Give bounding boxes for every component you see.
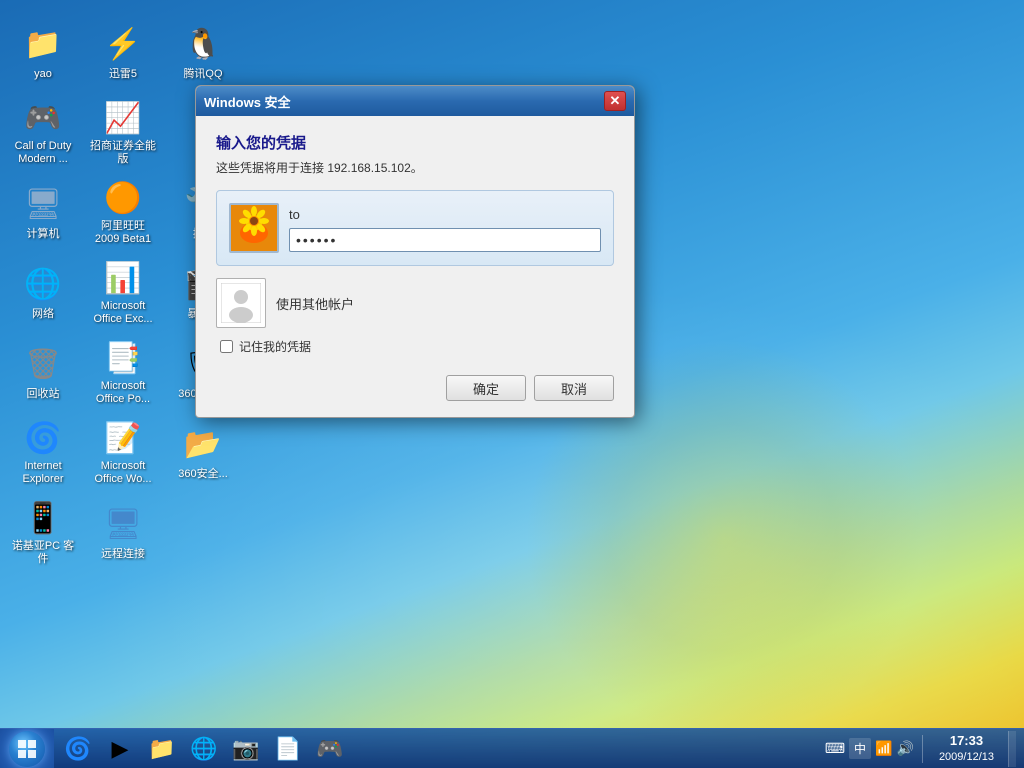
taskbar-explorer-icon[interactable]: 📁 <box>142 731 182 767</box>
dialog-buttons: 确定 取消 <box>216 371 614 401</box>
system-tray: ⌨ 中 📶 🔊 17:33 2009/12/13 <box>817 729 1024 768</box>
desktop-icon-yao[interactable]: 📁 yao <box>5 15 81 91</box>
desktop-icon-excel-label: Microsoft Office Exc... <box>90 300 156 326</box>
credential-row: to <box>229 203 601 253</box>
notification-area: ⌨ 中 📶 🔊 <box>825 738 914 759</box>
desktop-icon-word-label: Microsoft Office Wo... <box>90 460 156 486</box>
taskbar: 🌀 ▶ 📁 🌐 📷 📄 🎮 ⌨ 中 📶 🔊 17:33 2009/12/13 <box>0 728 1024 768</box>
taskbar-camera-icon[interactable]: 📷 <box>226 731 266 767</box>
aliwangwang-icon: 🟠 <box>103 180 143 217</box>
desktop-icon-xunlei-label: 迅雷5 <box>109 68 137 81</box>
desktop-icon-remote[interactable]: 🖥 远程连接 <box>85 495 161 571</box>
windows-security-dialog: Windows 安全 ✕ 输入您的凭据 这些凭据将用于连接 192.168.15… <box>195 85 635 418</box>
taskbar-docs-icon[interactable]: 📄 <box>268 731 308 767</box>
confirm-button[interactable]: 确定 <box>446 375 526 401</box>
desktop-icon-qq[interactable]: 🐧 腾讯QQ <box>165 15 241 91</box>
desktop-icon-xunlei[interactable]: ⚡ 迅雷5 <box>85 15 161 91</box>
start-orb <box>9 731 45 767</box>
desktop-icon-ppt[interactable]: 📑 Microsoft Office Po... <box>85 335 161 411</box>
desktop-icon-ie[interactable]: 🌀 Internet Explorer <box>5 415 81 491</box>
xunlei-icon: ⚡ <box>103 25 143 65</box>
taskbar-network-icon[interactable]: 🌐 <box>184 731 224 767</box>
360folder-icon: 📂 <box>183 425 223 465</box>
username-display: to <box>289 205 601 224</box>
taskbar-ie-icon[interactable]: 🌀 <box>58 731 98 767</box>
taskbar-media-icon[interactable]: ▶ <box>100 731 140 767</box>
taskbar-items: 🌀 ▶ 📁 🌐 📷 📄 🎮 <box>54 729 354 768</box>
tray-network-status-icon[interactable]: 📶 <box>875 740 892 757</box>
desktop-icon-ie-label: Internet Explorer <box>10 460 76 486</box>
word-icon: 📝 <box>103 420 143 457</box>
tray-lang-indicator[interactable]: 中 <box>849 738 871 759</box>
desktop-icon-aliwangwang[interactable]: 🟠 阿里旺旺2009 Beta1 <box>85 175 161 251</box>
desktop-icon-remote-label: 远程连接 <box>101 548 145 561</box>
dialog-subtext: 这些凭据将用于连接 192.168.15.102。 <box>216 159 614 176</box>
desktop-icon-ppt-label: Microsoft Office Po... <box>90 380 156 406</box>
show-desktop-button[interactable] <box>1008 731 1016 767</box>
cancel-button[interactable]: 取消 <box>534 375 614 401</box>
folder-icon: 📁 <box>23 25 63 65</box>
credential-box: to <box>216 190 614 266</box>
recycle-bin-icon: 🗑 <box>23 345 63 385</box>
tray-volume-icon[interactable]: 🔊 <box>897 740 914 757</box>
avatar-image <box>231 205 277 251</box>
tray-keyboard-icon[interactable]: ⌨ <box>825 740 845 757</box>
stocks-icon: 📈 <box>103 100 143 137</box>
desktop: 📁 yao ⚡ 迅雷5 🐧 腾讯QQ 🎮 Call of Duty Modern… <box>0 0 1024 768</box>
remote-icon: 🖥 <box>103 505 143 545</box>
other-account-icon <box>216 278 266 328</box>
computer-icon: 🖥 <box>23 185 63 225</box>
desktop-icon-computer[interactable]: 🖥 计算机 <box>5 175 81 251</box>
remember-checkbox[interactable] <box>220 340 233 353</box>
desktop-icon-zhaoshang[interactable]: 📈 招商证券全能版 <box>85 95 161 171</box>
dialog-body: 输入您的凭据 这些凭据将用于连接 192.168.15.102。 <box>196 116 634 417</box>
credential-inputs: to <box>289 205 601 252</box>
desktop-icon-recycle-label: 回收站 <box>27 388 60 401</box>
desktop-icon-aliwangwang-label: 阿里旺旺2009 Beta1 <box>90 220 156 246</box>
user-avatar <box>229 203 279 253</box>
desktop-icon-recycle[interactable]: 🗑 回收站 <box>5 335 81 411</box>
cod-icon: 🎮 <box>23 100 63 137</box>
desktop-icon-nubia-label: 诺基亚PC 客件 <box>10 540 76 566</box>
desktop-icon-360folder-label: 360安全... <box>178 468 228 481</box>
desktop-icon-computer-label: 计算机 <box>27 228 60 241</box>
remember-row: 记住我的凭据 <box>216 338 614 355</box>
dialog-heading: 输入您的凭据 <box>216 132 614 153</box>
ppt-icon: 📑 <box>103 340 143 377</box>
desktop-icon-excel[interactable]: 📊 Microsoft Office Exc... <box>85 255 161 331</box>
desktop-icon-cod[interactable]: 🎮 Call of Duty Modern ... <box>5 95 81 171</box>
desktop-icon-zhaoshang-label: 招商证券全能版 <box>90 140 156 166</box>
network-icon: 🌐 <box>23 265 63 305</box>
desktop-icon-network-label: 网络 <box>32 308 54 321</box>
dialog-title: Windows 安全 <box>204 92 602 111</box>
other-account-row[interactable]: 使用其他帐户 <box>216 278 614 328</box>
dialog-titlebar: Windows 安全 ✕ <box>196 86 634 116</box>
desktop-icon-360folder[interactable]: 📂 360安全... <box>165 415 241 491</box>
tray-separator <box>922 735 923 763</box>
windows-logo-icon <box>17 739 37 759</box>
remember-label: 记住我的凭据 <box>239 338 311 355</box>
qq-icon: 🐧 <box>183 25 223 65</box>
desktop-icon-cod-label: Call of Duty Modern ... <box>10 140 76 166</box>
dialog-close-button[interactable]: ✕ <box>604 91 626 111</box>
nubia-icon: 📱 <box>23 500 63 537</box>
clock-time: 17:33 <box>950 733 983 750</box>
taskbar-games-icon[interactable]: 🎮 <box>310 731 350 767</box>
excel-icon: 📊 <box>103 260 143 297</box>
desktop-icon-network[interactable]: 🌐 网络 <box>5 255 81 331</box>
clock-date: 2009/12/13 <box>939 750 994 764</box>
password-input[interactable] <box>289 228 601 252</box>
desktop-icon-qq-label: 腾讯QQ <box>183 68 222 81</box>
start-button[interactable] <box>0 729 54 768</box>
other-account-svg <box>221 283 261 323</box>
clock-area[interactable]: 17:33 2009/12/13 <box>931 729 1002 768</box>
other-account-label: 使用其他帐户 <box>276 294 354 313</box>
desktop-icon-yao-label: yao <box>34 68 52 81</box>
desktop-icon-nubia[interactable]: 📱 诺基亚PC 客件 <box>5 495 81 571</box>
ie-desktop-icon: 🌀 <box>23 420 63 457</box>
desktop-icon-word[interactable]: 📝 Microsoft Office Wo... <box>85 415 161 491</box>
